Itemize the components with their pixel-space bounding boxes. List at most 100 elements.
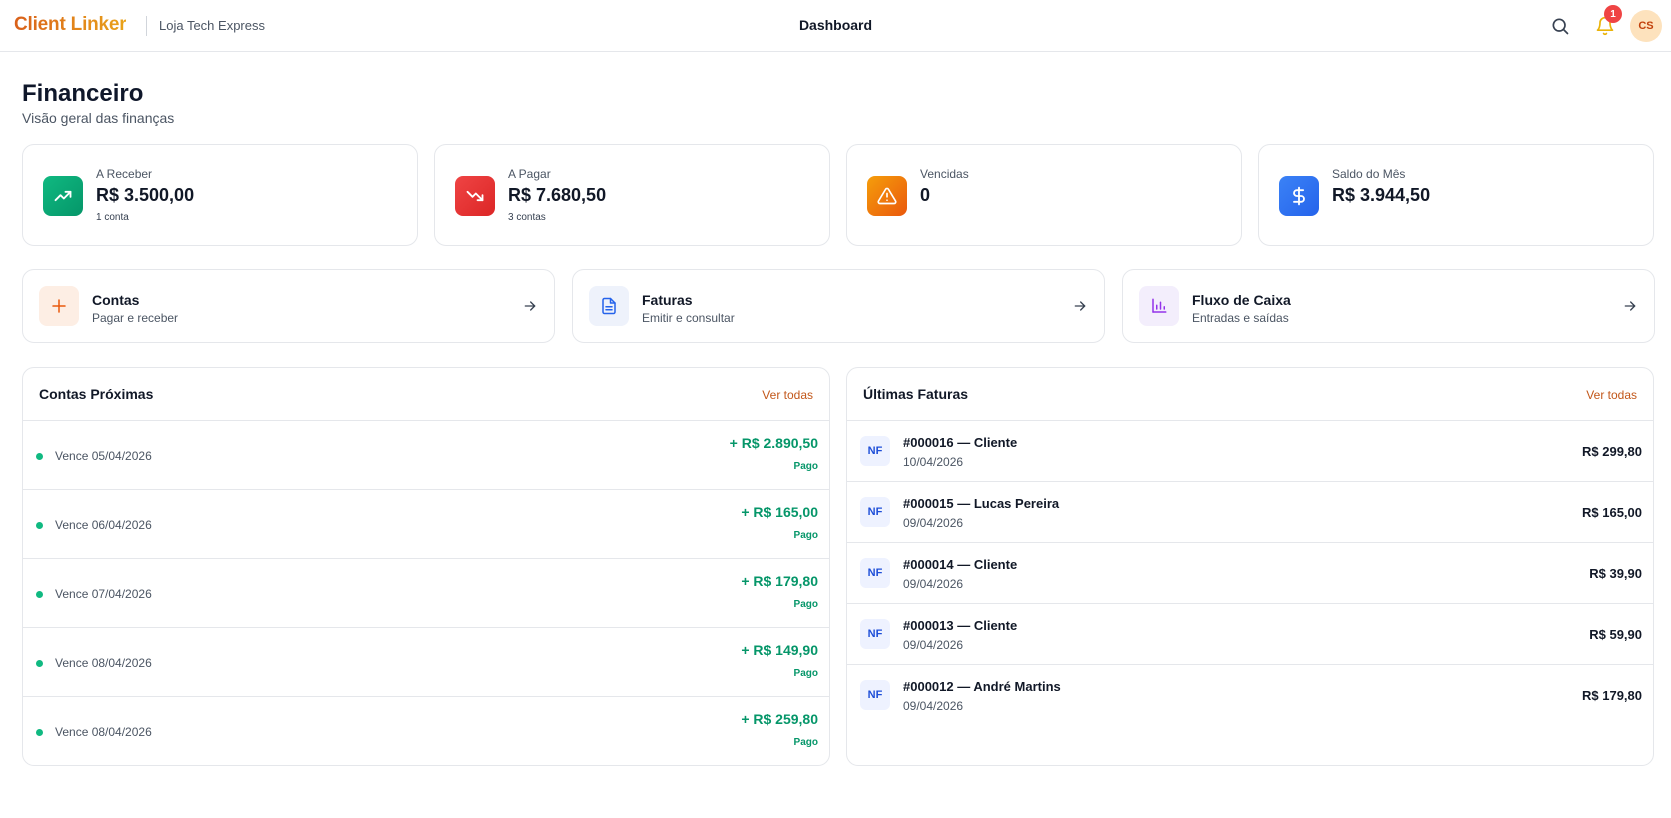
stat-value: R$ 7.680,50 — [508, 185, 607, 205]
list-item[interactable]: Vence 08/04/2026 + R$ 259,80 Pago — [23, 697, 829, 765]
status-dot — [36, 453, 43, 460]
stat-value: R$ 3.944,50 — [1332, 185, 1431, 205]
invoice-amount: R$ 39,90 — [1589, 566, 1642, 581]
table-row[interactable]: NF #000014 — Cliente 09/04/2026 R$ 39,90 — [847, 543, 1653, 604]
shortcut-title: Faturas — [642, 292, 693, 308]
status-badge: Pago — [793, 461, 818, 472]
invoice-date: 10/04/2026 — [903, 455, 964, 469]
stat-value: 0 — [920, 185, 931, 205]
trending-up-icon — [43, 176, 83, 216]
invoice-title: #000013 — Cliente — [903, 618, 1018, 633]
invoice-title: #000015 — Lucas Pereira — [903, 496, 1060, 511]
invoice-date: 09/04/2026 — [903, 516, 964, 530]
invoice-title: #000016 — Cliente — [903, 435, 1018, 450]
list-item[interactable]: Vence 06/04/2026 + R$ 165,00 Pago — [23, 490, 829, 559]
panel-header: Contas Próximas Ver todas — [23, 368, 829, 421]
latest-invoices-panel: Últimas Faturas Ver todas NF #000016 — C… — [846, 367, 1654, 766]
due-date: Vence 05/04/2026 — [55, 449, 152, 463]
warning-icon — [867, 176, 907, 216]
plus-icon — [39, 286, 79, 326]
panel-title: Últimas Faturas — [863, 386, 969, 402]
shortcut-sub: Entradas e saídas — [1192, 311, 1289, 325]
stat-card-receivable: A Receber R$ 3.500,00 1 conta — [22, 144, 418, 246]
invoice-date: 09/04/2026 — [903, 577, 964, 591]
invoice-amount: R$ 165,00 — [1582, 505, 1642, 520]
shortcut-title: Contas — [92, 292, 140, 308]
invoice-title: #000012 — André Martins — [903, 679, 1061, 694]
table-row[interactable]: NF #000015 — Lucas Pereira 09/04/2026 R$… — [847, 482, 1653, 543]
page-title: Financeiro — [22, 80, 144, 107]
amount: + R$ 179,80 — [741, 573, 818, 589]
stat-sub: 3 contas — [508, 212, 546, 223]
due-date: Vence 06/04/2026 — [55, 518, 152, 532]
shortcut-fluxo-caixa[interactable]: Fluxo de Caixa Entradas e saídas — [1122, 269, 1655, 343]
stat-card-balance: Saldo do Mês R$ 3.944,50 — [1258, 144, 1654, 246]
stat-label: Vencidas — [920, 167, 969, 181]
avatar[interactable]: CS — [1630, 10, 1662, 42]
status-dot — [36, 591, 43, 598]
shortcut-title: Fluxo de Caixa — [1192, 292, 1291, 308]
arrow-right-icon — [1622, 298, 1638, 314]
stat-card-overdue: Vencidas 0 — [846, 144, 1242, 246]
invoice-badge: NF — [860, 558, 890, 588]
document-icon — [589, 286, 629, 326]
panel-title: Contas Próximas — [39, 386, 154, 402]
invoice-badge: NF — [860, 497, 890, 527]
shortcut-sub: Pagar e receber — [92, 311, 179, 325]
status-badge: Pago — [793, 530, 818, 541]
amount: + R$ 165,00 — [741, 504, 818, 520]
stat-value: R$ 3.500,00 — [96, 185, 195, 205]
shortcut-faturas[interactable]: Faturas Emitir e consultar — [572, 269, 1105, 343]
list-item[interactable]: Vence 08/04/2026 + R$ 149,90 Pago — [23, 628, 829, 697]
invoice-date: 09/04/2026 — [903, 638, 964, 652]
due-date: Vence 08/04/2026 — [55, 725, 152, 739]
top-bar: Client Linker Loja Tech Express Dashboar… — [0, 0, 1671, 52]
view-all-link[interactable]: Ver todas — [762, 388, 813, 402]
stat-card-payable: A Pagar R$ 7.680,50 3 contas — [434, 144, 830, 246]
status-dot — [36, 729, 43, 736]
view-all-link[interactable]: Ver todas — [1586, 388, 1637, 402]
upcoming-accounts-panel: Contas Próximas Ver todas Vence 05/04/20… — [22, 367, 830, 766]
invoice-badge: NF — [860, 436, 890, 466]
status-dot — [36, 660, 43, 667]
invoice-badge: NF — [860, 680, 890, 710]
stat-label: A Receber — [96, 167, 153, 181]
stat-sub: 1 conta — [96, 212, 129, 223]
due-date: Vence 07/04/2026 — [55, 587, 152, 601]
table-row[interactable]: NF #000013 — Cliente 09/04/2026 R$ 59,90 — [847, 604, 1653, 665]
notification-badge: 1 — [1604, 5, 1622, 23]
stat-label: Saldo do Mês — [1332, 167, 1406, 181]
arrow-right-icon — [522, 298, 538, 314]
brand-logo[interactable]: Client Linker — [14, 14, 127, 36]
arrow-right-icon — [1072, 298, 1088, 314]
bar-chart-icon — [1139, 286, 1179, 326]
amount: + R$ 2.890,50 — [729, 435, 818, 451]
invoice-amount: R$ 179,80 — [1582, 688, 1642, 703]
brand-divider — [146, 16, 147, 36]
trending-down-icon — [455, 176, 495, 216]
panel-header: Últimas Faturas Ver todas — [847, 368, 1653, 421]
amount: + R$ 149,90 — [741, 642, 818, 658]
invoice-badge: NF — [860, 619, 890, 649]
shortcut-contas[interactable]: Contas Pagar e receber — [22, 269, 555, 343]
table-row[interactable]: NF #000012 — André Martins 09/04/2026 R$… — [847, 665, 1653, 726]
due-date: Vence 08/04/2026 — [55, 656, 152, 670]
status-badge: Pago — [793, 737, 818, 748]
list-item[interactable]: Vence 07/04/2026 + R$ 179,80 Pago — [23, 559, 829, 628]
list-item[interactable]: Vence 05/04/2026 + R$ 2.890,50 Pago — [23, 421, 829, 490]
invoice-amount: R$ 59,90 — [1589, 627, 1642, 642]
page-subtitle: Visão geral das finanças — [22, 110, 175, 126]
stat-label: A Pagar — [508, 167, 551, 181]
invoice-amount: R$ 299,80 — [1582, 444, 1642, 459]
dollar-icon — [1279, 176, 1319, 216]
status-badge: Pago — [793, 599, 818, 610]
amount: + R$ 259,80 — [741, 711, 818, 727]
shortcut-sub: Emitir e consultar — [642, 311, 735, 325]
invoice-date: 09/04/2026 — [903, 699, 964, 713]
status-badge: Pago — [793, 668, 818, 679]
search-icon[interactable] — [1548, 14, 1572, 38]
table-row[interactable]: NF #000016 — Cliente 10/04/2026 R$ 299,8… — [847, 421, 1653, 482]
status-dot — [36, 522, 43, 529]
store-name: Loja Tech Express — [159, 18, 265, 33]
invoice-title: #000014 — Cliente — [903, 557, 1018, 572]
